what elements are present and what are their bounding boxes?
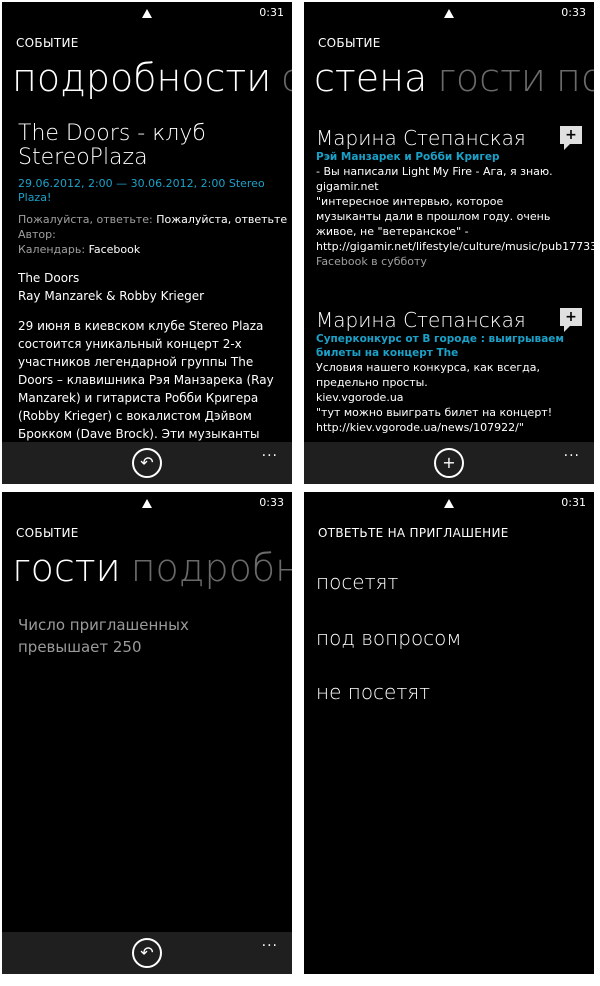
pivot-tab-next[interactable]: с <box>281 56 292 100</box>
screen-rsvp: 0:31 ОТВЕТЬТЕ НА ПРИГЛАШЕНИЕ посетят под… <box>304 492 594 974</box>
signal-icon <box>142 9 152 18</box>
guests-count-text: Число приглашенных превышает 250 <box>18 616 189 656</box>
post-quote: "тут можно выиграть билет на концерт! ht… <box>316 406 553 434</box>
pivot-tab-guests[interactable]: гости <box>12 546 121 590</box>
post-link: gigamir.net <box>316 180 379 193</box>
pivot-tab-guests[interactable]: гости <box>437 56 546 100</box>
more-menu-button[interactable]: ... <box>262 934 278 950</box>
comment-button[interactable]: + <box>560 308 582 332</box>
event-date: 29.06.2012, 2:00 — 30.06.2012, 2:00 Ster… <box>18 177 265 204</box>
post-subject: Рэй Манзарек и Робби Кригер <box>316 151 500 163</box>
pivot-header: подробности с <box>12 54 292 102</box>
app-title: СОБЫТИЕ <box>318 36 381 50</box>
screen-event-guests: 0:33 СОБЫТИЕ гости подробн Число приглаше… <box>2 492 292 974</box>
status-time: 0:31 <box>561 496 586 509</box>
event-meta: Пожалуйста, ответьте: Пожалуйста, ответь… <box>18 212 288 257</box>
rsvp-option-attending[interactable]: посетят <box>316 570 398 594</box>
post-subject: Суперконкурс от В городе : выигрываем би… <box>316 333 564 359</box>
post-body: - Вы написали Light My Fire - Ага, я зна… <box>316 165 553 178</box>
post-source: Facebook в субботу <box>316 255 427 268</box>
app-title: СОБЫТИЕ <box>16 526 79 540</box>
desc-line: Ray Manzarek & Robby Krieger <box>18 289 205 303</box>
app-bar: ↶ ... <box>2 932 292 974</box>
calendar-label: Календарь: <box>18 243 86 256</box>
screen-event-details: 0:31 СОБЫТИЕ подробности с The Doors - кл… <box>2 2 292 484</box>
desc-line: The Doors <box>18 271 80 285</box>
rsvp-reply-button[interactable]: ↶ <box>132 938 162 968</box>
app-bar: + ... <box>304 442 594 484</box>
post-quote: "интересное интервью, которое музыканты … <box>316 195 594 253</box>
calendar-value: Facebook <box>88 243 141 256</box>
post-link: kiev.vgorode.ua <box>316 391 404 404</box>
pivot-header: гости подробн <box>12 544 292 592</box>
add-comment-icon: + <box>565 127 577 143</box>
signal-icon <box>444 9 454 18</box>
signal-icon <box>444 499 454 508</box>
reply-icon: ↶ <box>140 453 154 472</box>
reply-icon: ↶ <box>140 943 154 962</box>
app-bar: ↶ ... <box>2 442 292 484</box>
more-menu-button[interactable]: ... <box>262 444 278 460</box>
pivot-tab-wall[interactable]: стена <box>314 56 427 100</box>
rsvp-label: Пожалуйста, ответьте: <box>18 213 153 226</box>
comment-button[interactable]: + <box>560 126 582 150</box>
app-title: СОБЫТИЕ <box>16 36 79 50</box>
signal-icon <box>142 499 152 508</box>
post-body: Условия нашего конкурса, как всегда, пре… <box>316 361 540 389</box>
status-time: 0:33 <box>561 6 586 19</box>
app-title: ОТВЕТЬТЕ НА ПРИГЛАШЕНИЕ <box>318 526 509 540</box>
pivot-tab-details[interactable]: подробности <box>12 56 271 100</box>
author-label: Автор: <box>18 228 56 241</box>
wall-post[interactable]: Марина Степанская Суперконкурс от В горо… <box>316 308 571 435</box>
add-comment-icon: + <box>565 309 577 325</box>
pivot-header: стена гости по <box>314 54 594 102</box>
post-author: Марина Степанская <box>316 126 526 150</box>
status-time: 0:31 <box>259 6 284 19</box>
rsvp-option-maybe[interactable]: под вопросом <box>316 626 462 650</box>
plus-icon: + <box>442 453 456 472</box>
event-description: The Doors Ray Manzarek & Robby Krieger 2… <box>18 269 283 444</box>
rsvp-value-link[interactable]: Пожалуйста, ответьте <box>156 213 287 226</box>
pivot-tab-details[interactable]: по <box>556 56 594 100</box>
add-post-button[interactable]: + <box>434 448 464 478</box>
rsvp-option-not-attending[interactable]: не посетят <box>316 680 430 704</box>
post-author: Марина Степанская <box>316 308 526 332</box>
status-time: 0:33 <box>259 496 284 509</box>
pivot-tab-details[interactable]: подробн <box>131 546 292 590</box>
more-menu-button[interactable]: ... <box>564 444 580 460</box>
rsvp-reply-button[interactable]: ↶ <box>132 448 162 478</box>
event-title: The Doors - клуб StereoPlaza <box>18 121 206 170</box>
wall-post[interactable]: Марина Степанская Рэй Манзарек и Робби К… <box>316 126 594 269</box>
desc-paragraph: 29 июня в киевском клубе Stereo Plaza со… <box>18 319 274 441</box>
screen-event-wall: 0:33 СОБЫТИЕ стена гости по Марина Степанс… <box>304 2 594 484</box>
